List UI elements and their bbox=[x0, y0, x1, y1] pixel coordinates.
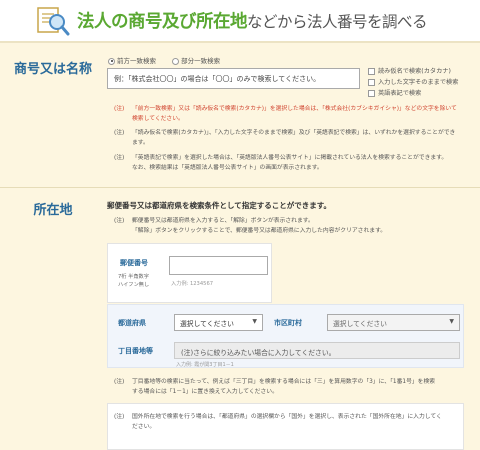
radio-partial-label: 部分一致検索 bbox=[181, 57, 221, 65]
name-note-1: (注) 「前方一致検索」又は「読み仮名で検索(カタカナ)」を選択した場合は、「株式… bbox=[114, 104, 457, 124]
note-text: ださい。 bbox=[132, 424, 156, 430]
match-mode-radio-group: 前方一致検索 部分一致検索 bbox=[108, 55, 234, 65]
magnifier-document-icon bbox=[37, 7, 70, 36]
note-tag: (注) bbox=[114, 155, 125, 161]
note-text: なお、検索結果は「英語版法人番号公表サイト」の画面が表示されます。 bbox=[132, 165, 323, 171]
chevron-down-icon: ▼ bbox=[252, 318, 257, 325]
prefecture-panel: 都道府県 選択してください ▼ 市区町村 選択してください ▼ 丁目番地等 (注… bbox=[107, 304, 464, 368]
checkbox-kana-label: 読み仮名で検索(カタカナ) bbox=[378, 68, 451, 75]
radio-button[interactable] bbox=[172, 57, 180, 65]
note-tag: (注) bbox=[114, 414, 125, 420]
overseas-note-panel: (注) 国外所在地で検索を行う場合は、「都道府県」の選択欄から「国外」を選択し、表… bbox=[107, 403, 464, 450]
address-note-1: (注) 郵便番号又は都道府県を入力すると、「解除」ボタンが表示されます。 「解除」… bbox=[114, 216, 386, 236]
note-text: 検索してください。 bbox=[132, 116, 184, 122]
radio-prefix-label: 前方一致検索 bbox=[117, 57, 156, 65]
note-text: 「前方一致検索」又は「読み仮名で検索(カタカナ)」を選択した場合は、「株式会社(… bbox=[132, 106, 457, 112]
checkbox-kana[interactable]: 読み仮名で検索(カタカナ) bbox=[368, 66, 458, 77]
city-select-value: 選択してください bbox=[333, 320, 387, 328]
postal-code-input[interactable] bbox=[169, 256, 268, 275]
street-label: 丁目番地等 bbox=[118, 347, 153, 355]
checkbox-english[interactable]: 英語表記で検索 bbox=[368, 88, 458, 99]
note-text: する場合には「1－1」に置き換えて入力してください。 bbox=[132, 389, 278, 395]
note-text: ます。 bbox=[132, 140, 149, 146]
checkbox[interactable] bbox=[368, 67, 375, 75]
address-section-label: 所在地 bbox=[33, 203, 73, 218]
postal-code-panel: 郵便番号 7桁 半角数字 ハイフン無し 入力例: 1234567 bbox=[107, 243, 272, 303]
postal-code-hint-2: ハイフン無し bbox=[118, 282, 150, 288]
postal-code-example: 入力例: 1234567 bbox=[171, 281, 214, 287]
postal-code-hint-1: 7桁 半角数字 bbox=[118, 274, 149, 280]
page-header: 法人の商号及び所在地などから法人番号を調べる bbox=[0, 0, 480, 43]
prefecture-label: 都道府県 bbox=[118, 319, 146, 327]
title-main: 法人の商号及び所在地 bbox=[77, 12, 248, 32]
note-tag: (注) bbox=[114, 218, 125, 224]
note-text: 「英語表記で検索」を選択した場合は、「英語版法人番号公表サイト」に掲載されている… bbox=[132, 155, 448, 161]
checkbox[interactable] bbox=[368, 78, 375, 86]
note-tag: (注) bbox=[114, 106, 125, 112]
address-note-3: (注) 国外所在地で検索を行う場合は、「都道府県」の選択欄から「国外」を選択し、表… bbox=[114, 412, 442, 432]
section-divider bbox=[0, 187, 480, 188]
page-title: 法人の商号及び所在地などから法人番号を調べる bbox=[77, 8, 428, 33]
postal-code-hint: 7桁 半角数字 ハイフン無し bbox=[118, 273, 149, 289]
street-address-input[interactable]: (注)さらに絞り込みたい場合に入力してください。 bbox=[174, 342, 460, 359]
street-example: 入力例: 霞が関3丁目1－1 bbox=[176, 362, 234, 368]
city-label: 市区町村 bbox=[274, 319, 302, 327]
title-tail: などから法人番号を調べる bbox=[247, 13, 428, 31]
checkbox[interactable] bbox=[368, 89, 375, 97]
company-name-input[interactable]: 例：「株式会社〇〇」の場合は「〇〇」のみで検索してください。 bbox=[107, 68, 360, 89]
address-note-2: (注) 丁目番地等の検索に当たって、例えば「三丁目」を検索する場合には「三」を算用… bbox=[114, 377, 435, 397]
note-text: 丁目番地等の検索に当たって、例えば「三丁目」を検索する場合には「三」を算用数字の… bbox=[132, 379, 436, 385]
search-option-checkboxes: 読み仮名で検索(カタカナ) 入力した文字そのままで検索 英語表記で検索 bbox=[368, 66, 458, 99]
city-select[interactable]: 選択してください ▼ bbox=[327, 314, 460, 331]
note-text: 国外所在地で検索を行う場合は、「都道府県」の選択欄から「国外」を選択し、表示され… bbox=[132, 414, 442, 420]
note-text: 郵便番号又は都道府県を入力すると、「解除」ボタンが表示されます。 bbox=[132, 218, 314, 224]
prefecture-select[interactable]: 選択してください ▼ bbox=[174, 314, 263, 331]
radio-button[interactable] bbox=[108, 57, 115, 65]
radio-prefix-match[interactable]: 前方一致検索 bbox=[108, 55, 156, 65]
checkbox-exact[interactable]: 入力した文字そのままで検索 bbox=[368, 77, 458, 88]
note-tag: (注) bbox=[114, 379, 125, 385]
checkbox-english-label: 英語表記で検索 bbox=[378, 90, 422, 97]
postal-code-label: 郵便番号 bbox=[120, 259, 148, 267]
note-text: 「解除」ボタンをクリックすることで、郵便番号又は都道府県に入力した内容がクリアさ… bbox=[132, 228, 387, 234]
address-lead-text: 郵便番号又は都道府県を検索条件として指定することができます。 bbox=[107, 201, 332, 210]
radio-partial-match[interactable]: 部分一致検索 bbox=[172, 55, 220, 65]
note-tag: (注) bbox=[114, 130, 125, 136]
chevron-down-icon: ▼ bbox=[449, 318, 454, 325]
checkbox-exact-label: 入力した文字そのままで検索 bbox=[378, 79, 459, 86]
prefecture-select-value: 選択してください bbox=[180, 320, 234, 328]
note-text: 「読み仮名で検索(カタカナ)」、「入力した文字そのままで検索」及び「英語表記で検… bbox=[132, 130, 456, 136]
name-section-label: 商号又は名称 bbox=[13, 62, 92, 77]
name-note-2: (注) 「読み仮名で検索(カタカナ)」、「入力した文字そのままで検索」及び「英語表… bbox=[114, 128, 455, 148]
name-note-3: (注) 「英語表記で検索」を選択した場合は、「英語版法人番号公表サイト」に掲載され… bbox=[114, 153, 447, 173]
